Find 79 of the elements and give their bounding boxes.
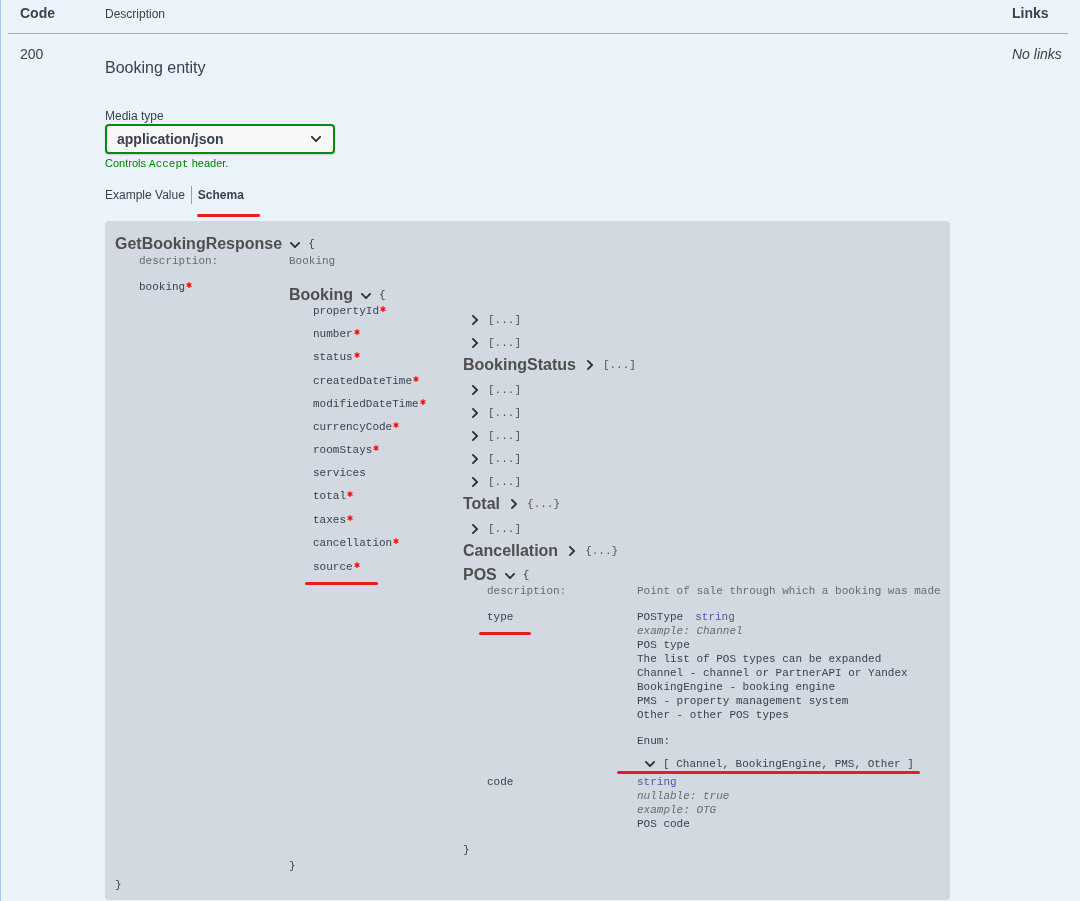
chevron-right-icon[interactable]: [586, 360, 593, 370]
brace-text: {: [379, 288, 386, 302]
accept-hint: Controls Accept header.: [105, 157, 229, 170]
chevron-right-icon[interactable]: [472, 408, 478, 418]
chevron-right-icon[interactable]: [472, 315, 478, 325]
property-name: source: [313, 560, 353, 574]
links-text: No links: [1012, 47, 1062, 61]
response-description: Booking entity: [105, 58, 206, 78]
property-meta: example: Channel: [637, 624, 743, 638]
property-name: type: [487, 610, 514, 624]
property-meta: nullable: true: [637, 789, 730, 803]
type-name: POSType: [637, 611, 684, 623]
description-text: POS type The list of POS types can be expanded Channel - channel or PartnerAPI or Yandex BookingEngine - booking engine PMS - property management system Other - other POS types: [637, 638, 908, 722]
collapsed-summary[interactable]: [...]: [488, 383, 521, 397]
column-header: Description: [105, 6, 166, 23]
chevron-down-icon[interactable]: [645, 761, 655, 767]
collapsed-summary[interactable]: [...]: [488, 429, 521, 443]
brace-text: }: [115, 879, 122, 891]
property-name: total: [313, 489, 346, 503]
description-value: Booking: [289, 254, 336, 268]
description-label: description:: [139, 254, 219, 268]
collapsed-summary[interactable]: {...}: [585, 544, 619, 558]
property-name: taxes: [313, 513, 346, 527]
model-title[interactable]: GetBookingResponse: [115, 235, 283, 253]
chevron-right-icon[interactable]: [472, 431, 478, 441]
chevron-right-icon[interactable]: [472, 338, 478, 348]
response-code: 200: [20, 47, 44, 61]
property-name: cancellation: [313, 536, 393, 550]
collapsed-summary[interactable]: [...]: [488, 522, 521, 536]
description-text: POS code: [637, 817, 690, 831]
collapsed-summary[interactable]: [...]: [488, 313, 521, 327]
model-title[interactable]: Cancellation: [463, 542, 559, 560]
collapsed-summary[interactable]: [...]: [488, 452, 521, 466]
description-value: Point of sale through which a booking was made: [637, 584, 941, 598]
property-name: number: [313, 327, 353, 341]
brace-text: }: [463, 844, 470, 856]
description-label: description:: [487, 584, 567, 598]
chevron-right-icon[interactable]: [472, 524, 478, 534]
brace-text: }: [289, 860, 296, 872]
brace-text: {: [308, 237, 315, 251]
model-title[interactable]: POS: [463, 566, 497, 584]
collapsed-summary[interactable]: {...}: [527, 497, 561, 511]
collapsed-summary[interactable]: [...]: [488, 475, 521, 489]
brace-text: {: [522, 568, 530, 582]
column-header: Links: [1012, 4, 1049, 22]
chevron-down-icon[interactable]: [290, 242, 301, 248]
property-meta: example: OTG: [637, 803, 717, 817]
chevron-right-icon[interactable]: [472, 477, 478, 487]
model-title[interactable]: Total: [463, 495, 501, 513]
media-type-label: Media type: [105, 109, 164, 123]
property-name: propertyId: [313, 304, 379, 318]
enum-label: Enum:: [637, 734, 670, 748]
model-title[interactable]: Booking: [289, 286, 353, 304]
chevron-right-icon[interactable]: [569, 546, 576, 556]
property-name: modifiedDateTime: [313, 397, 419, 411]
property-name: createdDateTime: [313, 374, 413, 388]
enum-values: [ Channel, BookingEngine, PMS, Other ]: [663, 757, 914, 771]
property-name: status: [313, 350, 353, 364]
chevron-right-icon[interactable]: [472, 454, 478, 464]
property-name: booking: [139, 280, 186, 294]
property-name: roomStays: [313, 443, 373, 457]
chevron-right-icon[interactable]: [472, 385, 478, 395]
media-type-select[interactable]: application/json: [105, 124, 335, 154]
tab[interactable]: Example Value: [105, 187, 185, 203]
tab[interactable]: Schema: [197, 187, 244, 203]
collapsed-summary[interactable]: [...]: [488, 406, 521, 420]
collapsed-summary[interactable]: [...]: [488, 336, 521, 350]
property-name: code: [487, 775, 514, 789]
chevron-down-icon[interactable]: [361, 293, 371, 299]
property-name: services: [313, 466, 366, 480]
chevron-down-icon: [311, 136, 321, 142]
chevron-right-icon[interactable]: [511, 499, 518, 509]
model-title[interactable]: BookingStatus: [463, 356, 576, 374]
property-name: currencyCode: [313, 420, 393, 434]
chevron-down-icon[interactable]: [504, 573, 515, 579]
column-header: Code: [20, 4, 55, 22]
property-type: string: [637, 776, 677, 788]
collapsed-summary[interactable]: [...]: [602, 358, 636, 372]
property-type: string: [695, 611, 735, 623]
